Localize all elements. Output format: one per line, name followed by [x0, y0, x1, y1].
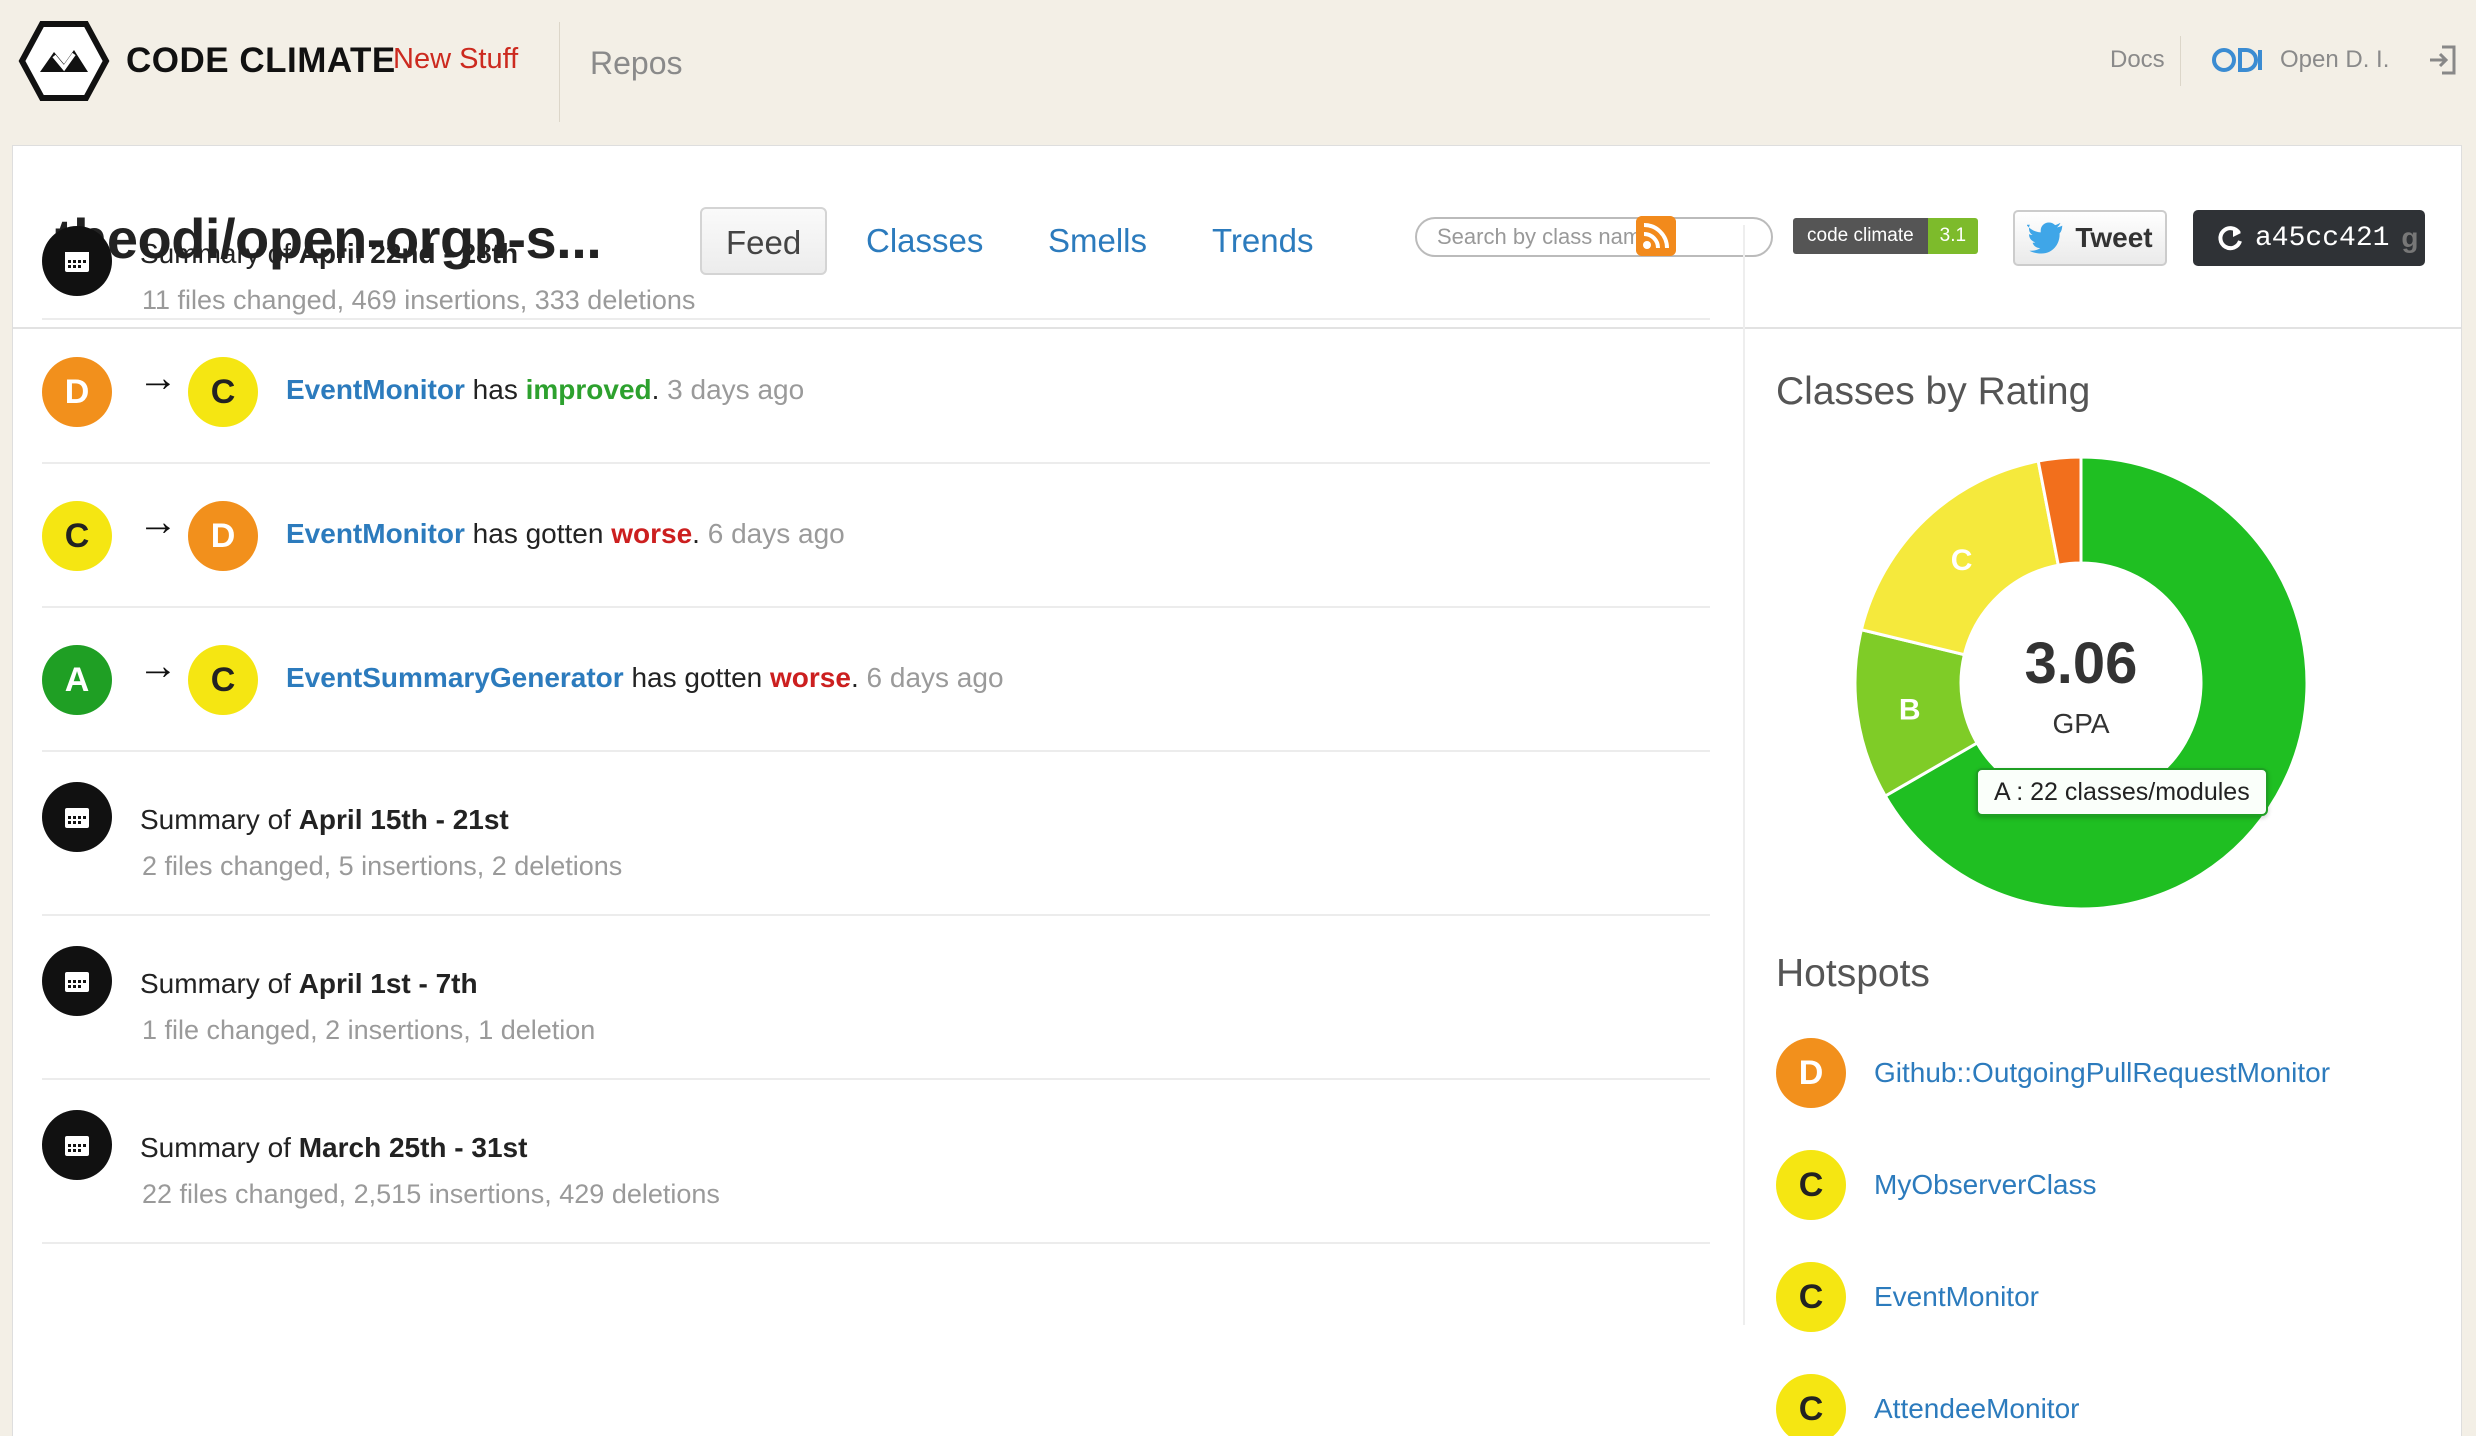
summary-stats: 22 files changed, 2,515 insertions, 429 … [142, 1179, 720, 1209]
gpa-label: GPA [2052, 708, 2110, 739]
grade-badge: D [1776, 1038, 1846, 1108]
refresh-icon [2218, 226, 2242, 251]
grade-badge: C [188, 645, 258, 715]
feed-change: C → D EventMonitor has gotten worse. 6 d… [42, 464, 1710, 608]
summary-title: Summary of March 25th - 31st [140, 1132, 528, 1163]
grade-badge: C [1776, 1262, 1846, 1332]
brand-name: CODE CLIMATE [126, 41, 396, 80]
hotspot-class-link[interactable]: EventMonitor [1874, 1281, 2039, 1313]
summary-title: Summary of April 1st - 7th [140, 968, 478, 999]
arrow-icon: → [138, 644, 178, 688]
gpa-badge[interactable]: code climate 3.1 [1793, 218, 1979, 254]
grade-badge: C [188, 357, 258, 427]
repos-link[interactable]: Repos [590, 45, 683, 82]
class-link[interactable]: EventSummaryGenerator [286, 662, 624, 693]
grade-badge: C [1776, 1150, 1846, 1220]
user-menu[interactable]: Open D. I. [2212, 40, 2389, 80]
logo[interactable]: CODE CLIMATE [18, 20, 396, 102]
summary-stats: 11 files changed, 469 insertions, 333 de… [142, 285, 696, 315]
hotspot-item[interactable]: C MyObserverClass [1776, 1148, 2096, 1222]
summary-stats: 1 file changed, 2 insertions, 1 deletion [142, 1015, 596, 1045]
feed-summary: Summary of April 22nd - 28th 11 files ch… [42, 200, 1710, 320]
donut-label-c: C [1951, 544, 1973, 577]
change-text: EventMonitor has improved. 3 days ago [286, 374, 805, 405]
classes-by-rating-heading: Classes by Rating [1776, 370, 2091, 413]
hotspot-item[interactable]: D Github::OutgoingPullRequestMonitor [1776, 1036, 2330, 1110]
top-bar: CODE CLIMATE New Stuff Repos Docs Open D… [0, 0, 2476, 144]
hotspot-class-link[interactable]: Github::OutgoingPullRequestMonitor [1874, 1057, 2330, 1089]
grade-badge: C [1776, 1374, 1846, 1436]
grade-badge: A [42, 645, 112, 715]
gpa-value: 3.06 [2024, 631, 2138, 696]
hotspot-class-link[interactable]: AttendeeMonitor [1874, 1393, 2079, 1425]
donut-label-a: A [2280, 816, 2302, 849]
summary-stats: 2 files changed, 5 insertions, 2 deletio… [142, 851, 623, 881]
class-link[interactable]: EventMonitor [286, 518, 465, 549]
grade-badge: C [42, 501, 112, 571]
class-link[interactable]: EventMonitor [286, 374, 465, 405]
change-text: EventSummaryGenerator has gotten worse. … [286, 662, 1004, 693]
tweet-label: Tweet [2075, 222, 2153, 253]
calendar-icon [42, 226, 112, 296]
feed-summary: Summary of March 25th - 31st 22 files ch… [42, 1080, 1710, 1244]
tweet-button[interactable]: Tweet [2013, 210, 2167, 266]
badge-label: code climate [1793, 218, 1928, 254]
feed-change: D → C EventMonitor has improved. 3 days … [42, 320, 1710, 464]
hotspot-item[interactable]: C AttendeeMonitor [1776, 1372, 2079, 1436]
hotspot-class-link[interactable]: MyObserverClass [1874, 1169, 2096, 1201]
docs-link[interactable]: Docs [2110, 46, 2165, 74]
odi-avatar-icon [2212, 40, 2270, 80]
feed-summary: Summary of April 15th - 21st 2 files cha… [42, 752, 1710, 916]
hotspot-item[interactable]: C EventMonitor [1776, 1260, 2039, 1334]
new-stuff-link[interactable]: New Stuff [393, 43, 518, 76]
commit-sha: a45cc421 [2255, 222, 2390, 254]
feed-summary: Summary of April 1st - 7th 1 file change… [42, 916, 1710, 1080]
arrow-icon: → [138, 500, 178, 544]
summary-title: Summary of April 15th - 21st [140, 804, 509, 835]
grade-badge: D [42, 357, 112, 427]
arrow-icon: → [138, 356, 178, 400]
github-icon: g [2401, 222, 2419, 253]
calendar-icon [42, 782, 112, 852]
twitter-bird-icon [2027, 222, 2063, 254]
divider [2180, 36, 2181, 86]
badge-value: 3.1 [1927, 218, 1979, 254]
code-climate-logo-icon [18, 21, 110, 101]
rating-donut-chart: ABC 3.06 GPA A : 22 classes/modules [1836, 455, 2326, 935]
grade-badge: D [188, 501, 258, 571]
divider [1743, 225, 1745, 1325]
feed-change: A → C EventSummaryGenerator has gotten w… [42, 608, 1710, 752]
calendar-icon [42, 1110, 112, 1180]
rss-icon[interactable] [1636, 216, 1676, 256]
divider [559, 22, 560, 122]
change-text: EventMonitor has gotten worse. 6 days ag… [286, 518, 845, 549]
user-name: Open D. I. [2280, 46, 2390, 73]
summary-title: Summary of April 22nd - 28th [140, 238, 519, 269]
sign-out-icon[interactable] [2428, 44, 2458, 76]
chart-tooltip: A : 22 classes/modules [1976, 768, 2268, 816]
commit-button[interactable]: a45cc421 g [2193, 210, 2425, 266]
calendar-icon [42, 946, 112, 1016]
hotspots-heading: Hotspots [1776, 952, 1930, 995]
